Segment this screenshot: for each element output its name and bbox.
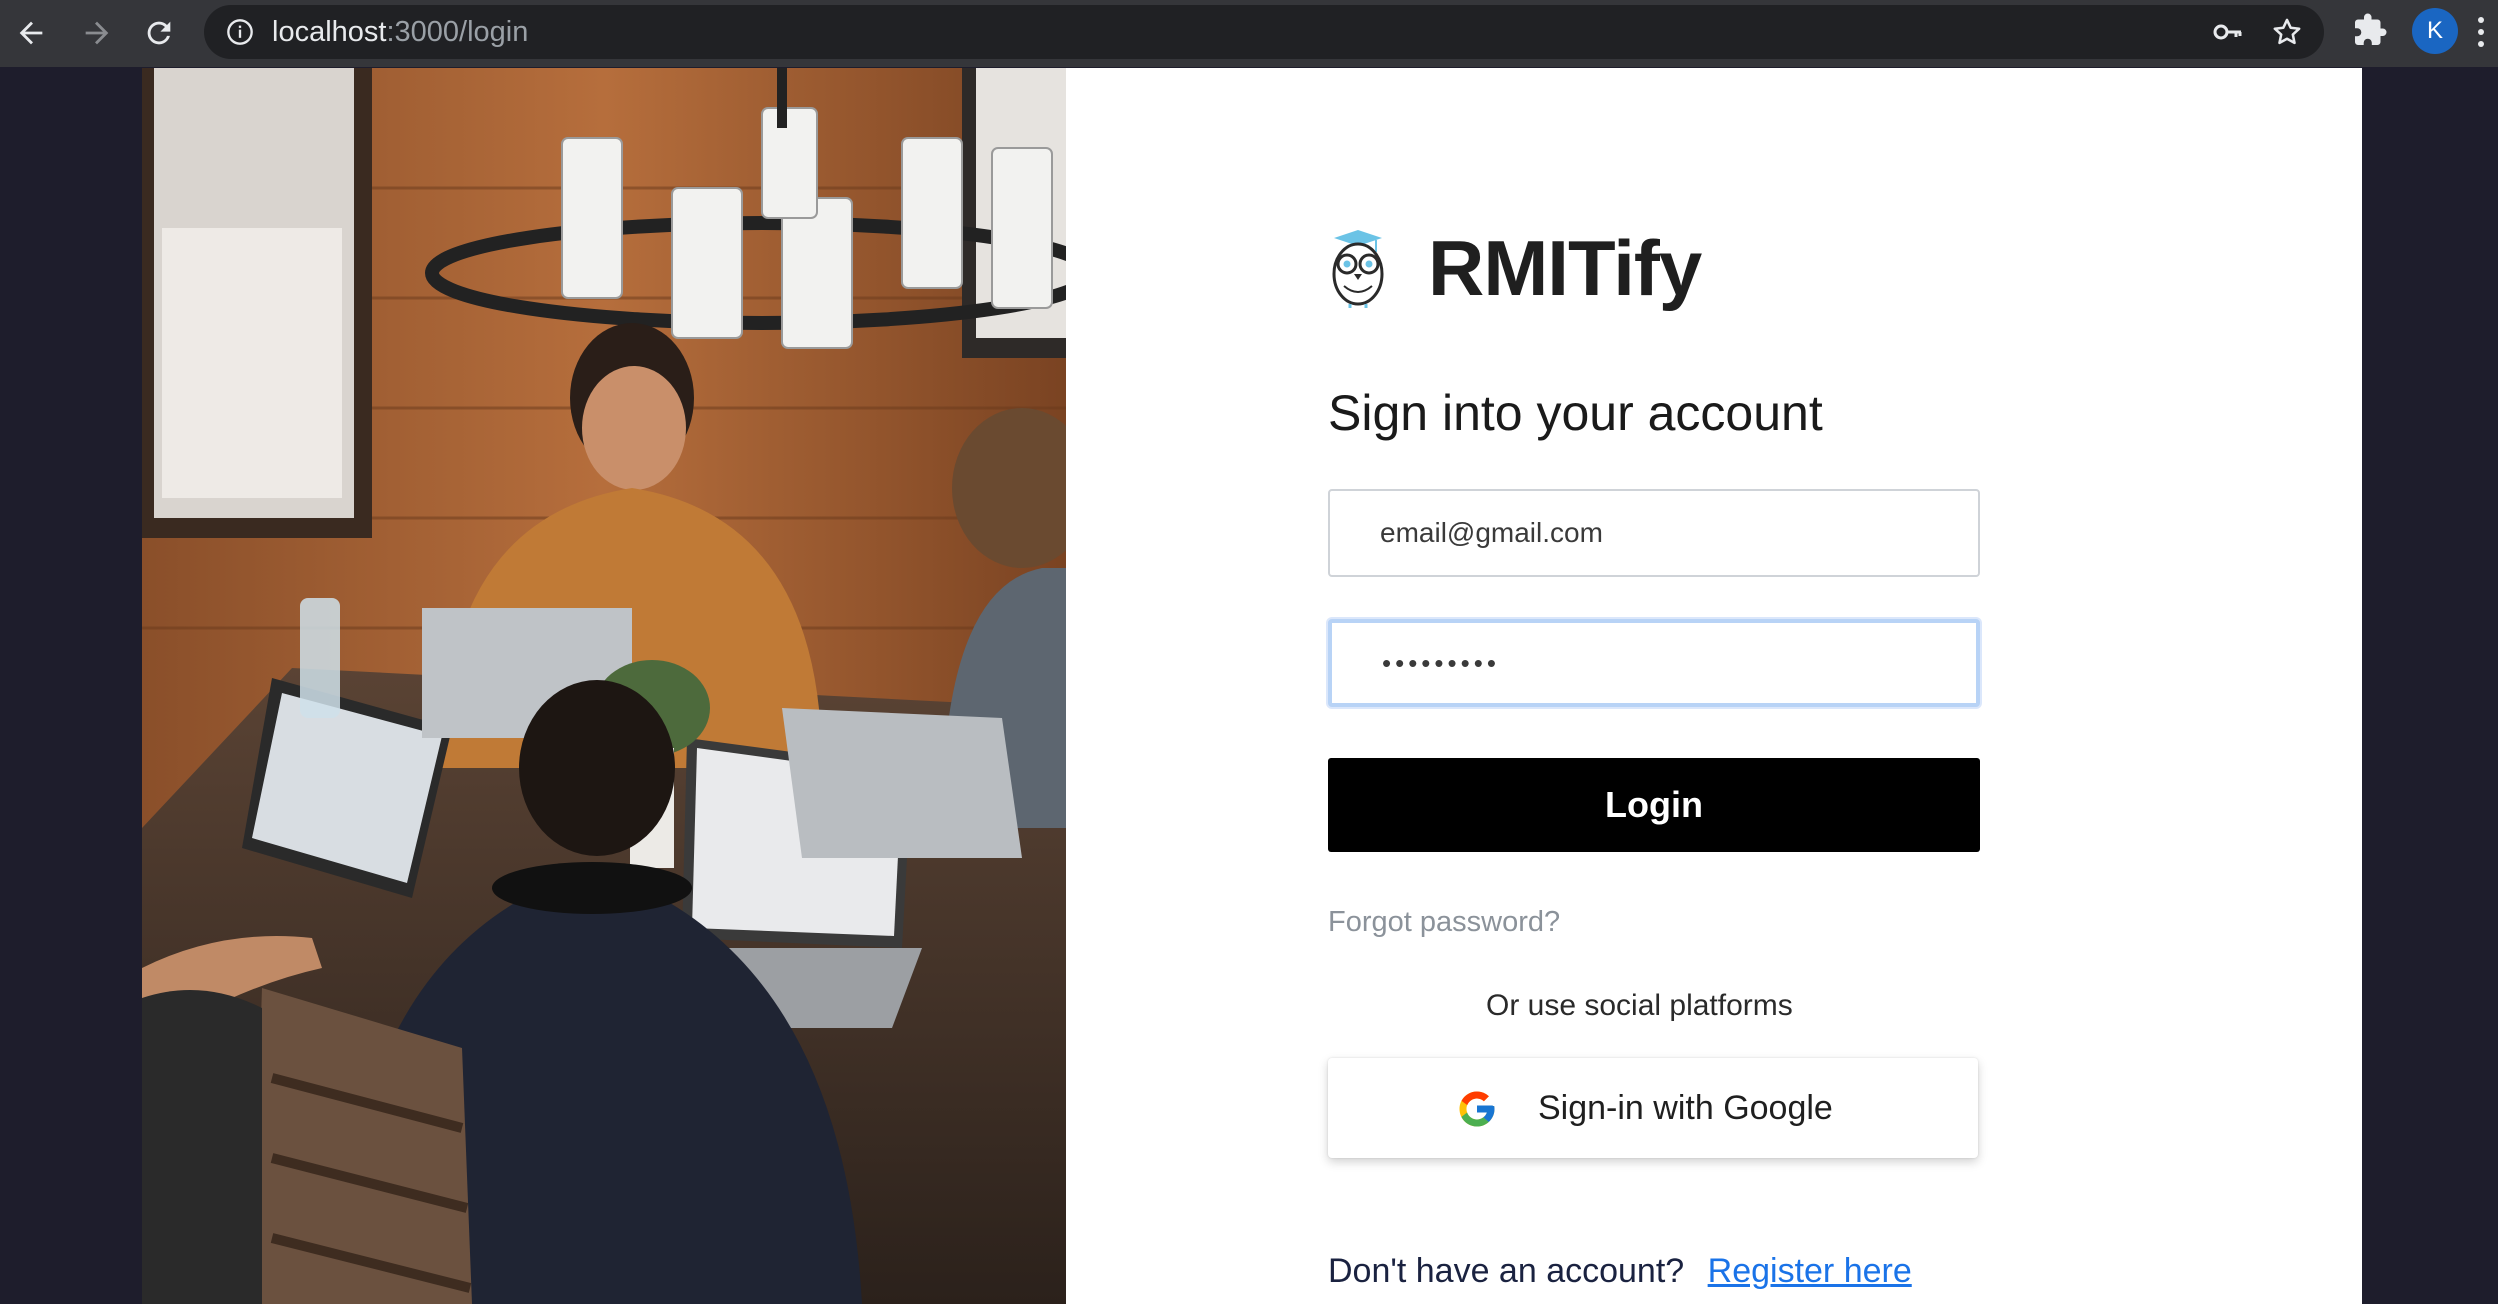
info-icon[interactable]	[226, 18, 254, 46]
arrow-right-icon	[85, 21, 109, 45]
login-page: RMITify Sign into your account Login For…	[142, 68, 2362, 1304]
brand-name: RMITify	[1428, 224, 1702, 312]
hero-image	[142, 68, 1066, 1304]
forgot-password-link[interactable]: Forgot password?	[1328, 902, 1560, 942]
email-input[interactable]	[1328, 489, 1980, 577]
register-row: Don't have an account? Register here	[1328, 1248, 1912, 1294]
register-prompt: Don't have an account?	[1328, 1252, 1685, 1290]
profile-avatar[interactable]: K	[2412, 8, 2458, 54]
google-signin-button[interactable]: Sign-in with Google	[1328, 1058, 1978, 1158]
owl-logo-icon	[1332, 230, 1384, 308]
address-bar[interactable]: localhost:3000/login	[204, 5, 2324, 59]
reload-button[interactable]	[134, 8, 184, 58]
browser-toolbar: localhost:3000/login K	[0, 0, 2498, 67]
google-signin-label: Sign-in with Google	[1538, 1089, 1833, 1127]
url-host: localhost	[272, 16, 387, 48]
forward-button[interactable]	[72, 8, 122, 58]
star-icon[interactable]	[2270, 15, 2304, 49]
google-icon	[1459, 1091, 1495, 1127]
reload-icon	[147, 21, 171, 45]
login-form: RMITify Sign into your account Login For…	[1066, 68, 2362, 1304]
more-menu-icon[interactable]	[2476, 14, 2486, 50]
url-path: :3000/login	[386, 16, 529, 48]
arrow-left-icon	[19, 21, 43, 45]
password-input[interactable]	[1328, 619, 1980, 707]
register-link[interactable]: Register here	[1708, 1252, 1912, 1290]
key-icon[interactable]	[2212, 17, 2244, 47]
form-heading: Sign into your account	[1328, 385, 1823, 441]
url-text: localhost:3000/login	[272, 5, 528, 59]
login-button[interactable]: Login	[1328, 758, 1980, 852]
social-platforms-label: Or use social platforms	[1486, 989, 1793, 1022]
back-button[interactable]	[6, 8, 56, 58]
extensions-icon[interactable]	[2352, 12, 2388, 48]
